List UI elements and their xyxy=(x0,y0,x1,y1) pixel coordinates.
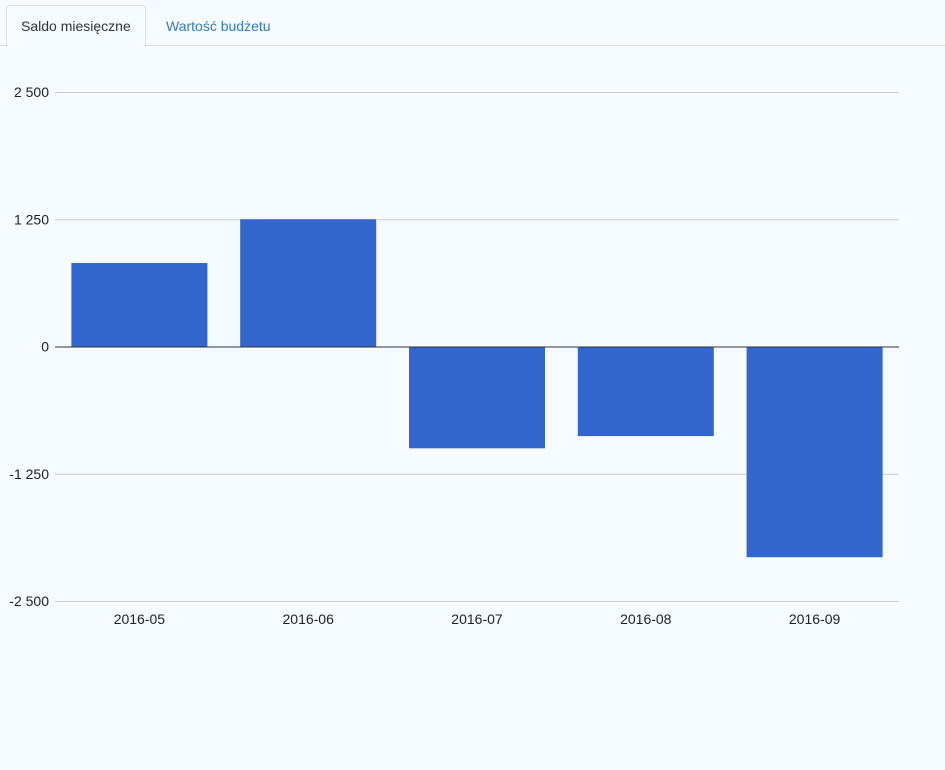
y-tick-label: 0 xyxy=(41,339,49,355)
x-tick-label: 2016-05 xyxy=(114,611,166,627)
bar xyxy=(409,346,545,449)
x-axis-ticks: 2016-05 2016-06 2016-07 2016-08 2016-09 xyxy=(114,611,841,627)
y-tick-label: 1 250 xyxy=(14,211,49,227)
tab-saldo-miesieczne[interactable]: Saldo miesięczne xyxy=(6,5,146,47)
x-tick-label: 2016-09 xyxy=(789,611,841,627)
x-tick-label: 2016-08 xyxy=(620,611,672,627)
x-tick-label: 2016-06 xyxy=(283,611,335,627)
y-tick-label: -2 500 xyxy=(9,593,49,609)
x-tick-label: 2016-07 xyxy=(451,611,503,627)
y-tick-label: -1 250 xyxy=(9,466,49,482)
y-axis-ticks: 2 500 1 250 0 -1 250 -2 500 xyxy=(9,84,49,609)
bar-chart: 2 5001 2500-1 250-2 500 2016-05 2016-06 20… xyxy=(9,84,899,627)
bars xyxy=(71,219,883,558)
bar xyxy=(577,346,714,437)
bar xyxy=(746,346,883,558)
y-tick-label: 2 500 xyxy=(14,84,49,100)
bar xyxy=(240,219,377,347)
tab-wartosc-budzetu[interactable]: Wartość budżetu xyxy=(151,5,286,47)
bar xyxy=(71,263,208,347)
tab-bar: Saldo miesięczne Wartość budżetu xyxy=(0,0,945,47)
